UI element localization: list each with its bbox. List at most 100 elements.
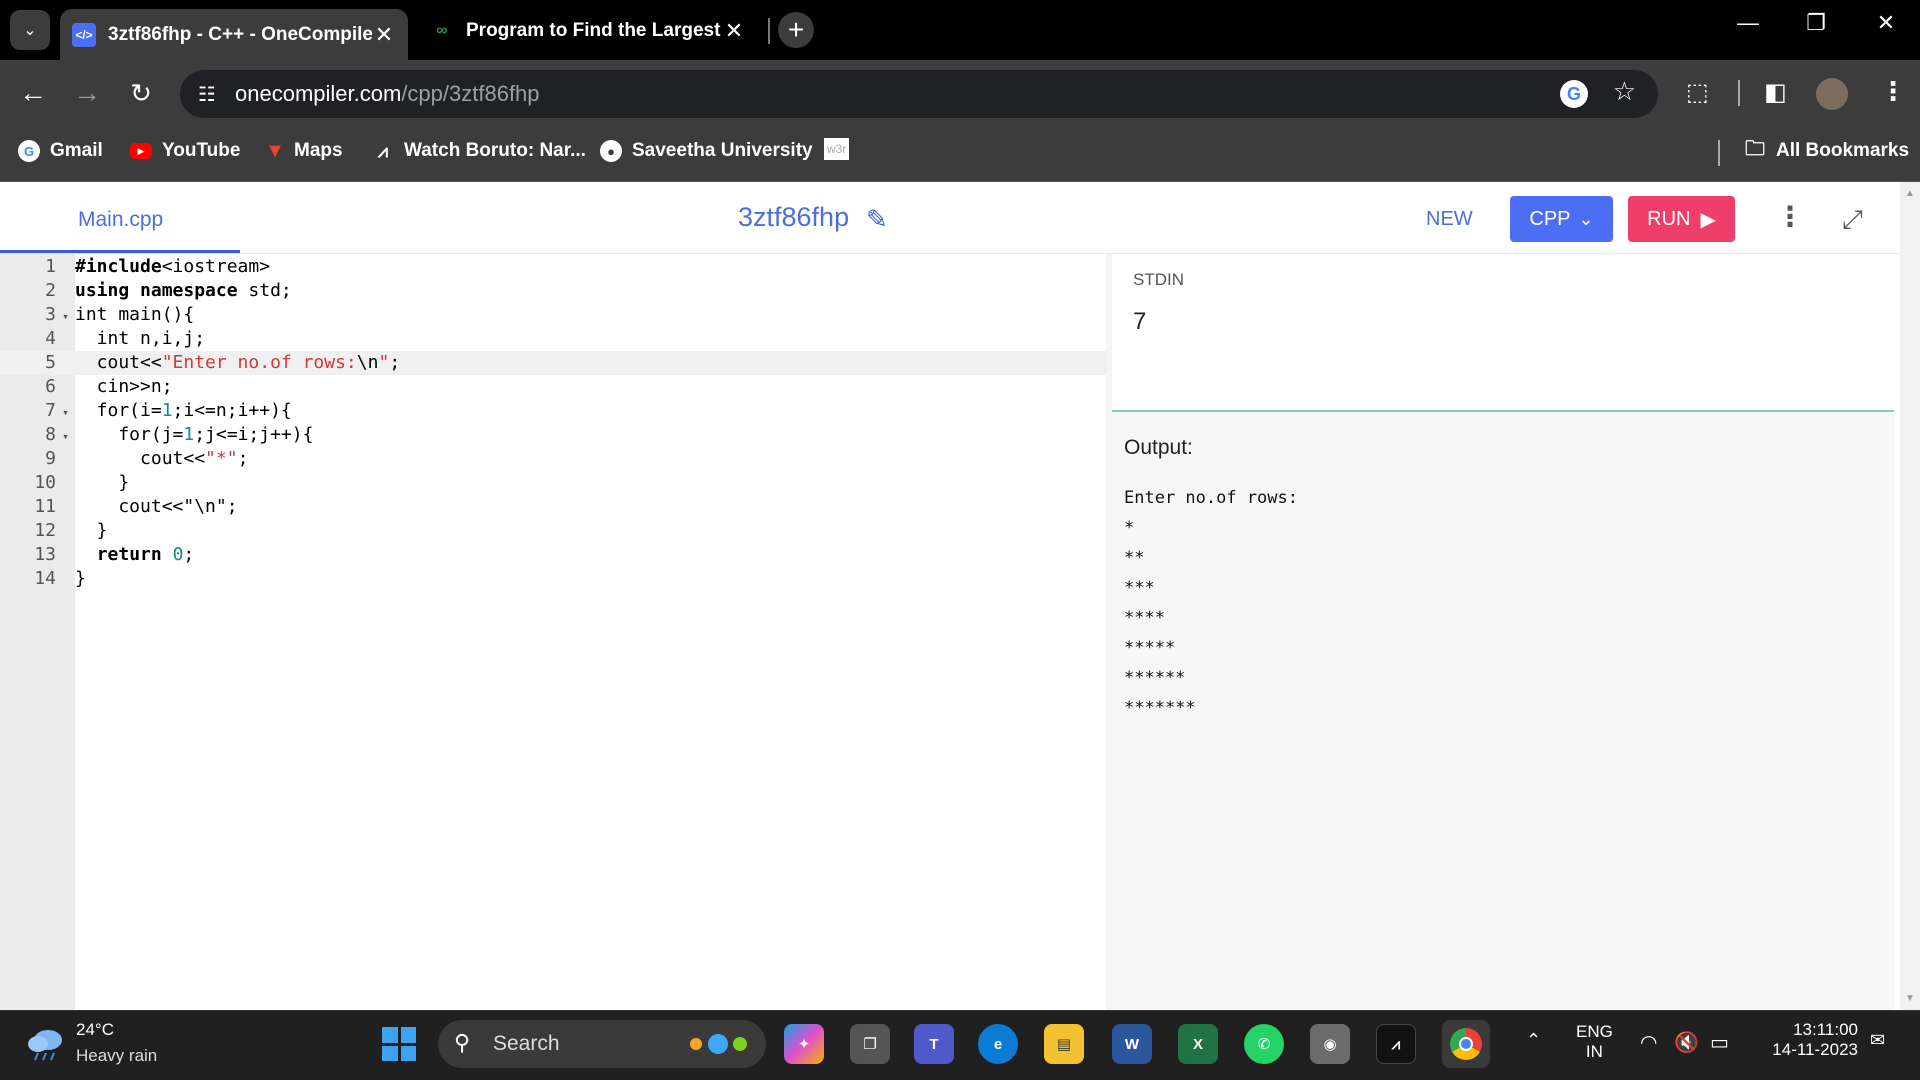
language-indicator[interactable]: ENG IN xyxy=(1576,1022,1613,1062)
rain-cloud-icon[interactable] xyxy=(26,1026,66,1062)
forward-icon[interactable]: → xyxy=(72,77,102,108)
folder-icon: 🗀 xyxy=(1745,138,1765,160)
output-line: *** xyxy=(1124,578,1155,598)
minimize-icon[interactable]: — xyxy=(1718,10,1778,36)
browser-menu-icon[interactable]: ⋮ xyxy=(1880,76,1906,107)
tab-separator xyxy=(768,18,770,44)
bookmark-youtube[interactable]: ▶ YouTube xyxy=(130,140,240,162)
camera-icon[interactable]: ◉ xyxy=(1310,1024,1350,1064)
bookmark-star-icon[interactable]: ☆ xyxy=(1613,76,1636,107)
google-icon[interactable]: G xyxy=(1560,80,1588,108)
browser-tab-active[interactable]: </> 3ztf86fhp - C++ - OneCompiler ✕ xyxy=(60,9,408,60)
avatar[interactable] xyxy=(1816,78,1848,110)
code-line[interactable]: 1 #include<iostream> xyxy=(0,255,1106,279)
bookmark-w3r[interactable]: w3r xyxy=(824,138,850,160)
code-editor[interactable]: 1 #include<iostream> 2 using namespace s… xyxy=(0,254,1106,1010)
bookmark-boruto[interactable]: ⩘ Watch Boruto: Nar... xyxy=(372,140,586,162)
address-bar[interactable]: ☷ onecompiler.com/cpp/3ztf86fhp G ☆ xyxy=(180,70,1658,118)
close-icon[interactable]: ✕ xyxy=(372,22,396,48)
bookmark-saveetha[interactable]: ● Saveetha University xyxy=(600,140,813,162)
stdin-input[interactable]: 7 xyxy=(1133,308,1146,336)
mute-icon[interactable]: 🔇 xyxy=(1674,1030,1699,1055)
page-scrollbar[interactable]: ▲ ▼ xyxy=(1900,182,1920,1010)
chevron-down-icon: ⌄ xyxy=(1578,208,1594,229)
output-line: ******* xyxy=(1124,698,1196,718)
chevron-down-icon: ⌄ xyxy=(23,22,37,39)
side-panel-icon[interactable]: ◧ xyxy=(1764,78,1787,107)
extensions-icon[interactable]: ⬚ xyxy=(1686,78,1709,107)
output-line: **** xyxy=(1124,608,1165,628)
new-button[interactable]: NEW xyxy=(1426,208,1473,231)
new-tab-button[interactable]: + xyxy=(778,12,814,48)
browser-tab[interactable]: ∞ Program to Find the Largest Number ✕ xyxy=(418,9,758,53)
collapse-icon[interactable]: ⤢ xyxy=(1842,204,1863,236)
file-explorer-icon[interactable]: ▤ xyxy=(1044,1024,1084,1064)
restore-icon[interactable]: ❐ xyxy=(1786,10,1846,36)
reload-icon[interactable]: ↻ xyxy=(126,78,156,108)
code-line[interactable]: 3 ▾ int main(){ xyxy=(0,303,1106,327)
whatsapp-icon[interactable]: ✆ xyxy=(1244,1024,1284,1064)
scroll-up-icon[interactable]: ▲ xyxy=(1905,188,1915,199)
code-line[interactable]: 4 int n,i,j; xyxy=(0,327,1106,351)
code-line[interactable]: 13 return 0; xyxy=(0,543,1106,567)
word-icon[interactable]: W xyxy=(1112,1024,1152,1064)
more-options-icon[interactable]: ⋮ xyxy=(1776,200,1804,233)
output-label: Output: xyxy=(1124,436,1193,459)
code-line[interactable]: 7 ▾ for(i=1;i<=n;i++){ xyxy=(0,399,1106,423)
code-line[interactable]: 9 cout<<"*"; xyxy=(0,447,1106,471)
anime-site-icon: ⩘ xyxy=(377,140,389,161)
windows-start-icon[interactable] xyxy=(382,1027,416,1061)
code-line[interactable]: 11 cout<<"\n"; xyxy=(0,495,1106,519)
tab-title: Program to Find the Largest Number xyxy=(466,20,722,41)
code-line[interactable]: 8 ▾ for(j=1;j<=i;j++){ xyxy=(0,423,1106,447)
excel-icon[interactable]: X xyxy=(1178,1024,1218,1064)
run-button[interactable]: RUN ▶ xyxy=(1628,196,1735,242)
taskbar-search[interactable]: ⚲ Search xyxy=(438,1020,766,1068)
bookmark-maps[interactable]: ▼ Maps xyxy=(264,139,342,162)
battery-icon[interactable]: ▭ xyxy=(1710,1030,1729,1055)
fold-arrow-icon: ▾ xyxy=(62,310,69,323)
code-line[interactable]: 12 } xyxy=(0,519,1106,543)
toolbar-separator xyxy=(1738,80,1740,106)
project-title: 3ztf86fhp xyxy=(738,202,850,232)
fold-arrow-icon: ▾ xyxy=(62,406,69,419)
scroll-down-icon[interactable]: ▼ xyxy=(1905,993,1915,1004)
url-text: onecompiler.com/cpp/3ztf86fhp xyxy=(235,81,540,106)
stdin-label: STDIN xyxy=(1133,270,1184,289)
output-line: ** xyxy=(1124,548,1145,568)
copilot-icon[interactable]: ✦ xyxy=(784,1024,824,1064)
edge-icon[interactable]: e xyxy=(978,1024,1018,1064)
close-icon[interactable]: ✕ xyxy=(722,18,746,44)
code-line[interactable]: 6 cin>>n; xyxy=(0,375,1106,399)
code-line[interactable]: 14 } xyxy=(0,567,1106,591)
all-bookmarks[interactable]: 🗀 All Bookmarks xyxy=(1744,138,1909,162)
edit-title-icon[interactable]: ✎ xyxy=(866,204,888,235)
tray-overflow-icon[interactable]: ⌃ xyxy=(1526,1030,1541,1051)
language-select-button[interactable]: CPP ⌄ xyxy=(1510,196,1613,242)
weather-temp: 24°C xyxy=(76,1020,114,1039)
fold-arrow-icon: ▾ xyxy=(62,430,69,443)
code-icon: </> xyxy=(72,22,96,47)
notifications-icon[interactable]: ✉ xyxy=(1870,1030,1885,1051)
map-pin-icon: ▼ xyxy=(265,139,285,162)
code-line[interactable]: 10 } xyxy=(0,471,1106,495)
search-icon: ⚲ xyxy=(454,1030,471,1055)
tab-search-button[interactable]: ⌄ xyxy=(10,10,50,50)
tab-title: 3ztf86fhp - C++ - OneCompiler xyxy=(108,23,372,45)
teams-icon[interactable]: T xyxy=(914,1024,954,1064)
site-info-icon[interactable]: ☷ xyxy=(198,82,216,107)
back-icon[interactable]: ← xyxy=(18,77,48,108)
task-view-icon[interactable]: ❐ xyxy=(850,1024,890,1064)
file-tab-main[interactable]: Main.cpp xyxy=(78,208,163,232)
globe-icon: ● xyxy=(600,140,622,162)
code-line[interactable]: 2 using namespace std; xyxy=(0,279,1106,303)
wifi-icon[interactable]: ◠ xyxy=(1640,1030,1657,1055)
close-window-icon[interactable]: ✕ xyxy=(1856,10,1916,36)
search-highlight-icon xyxy=(690,1034,747,1054)
bookmark-gmail[interactable]: G Gmail xyxy=(18,140,103,162)
code-line-active[interactable]: 5 cout<<"Enter no.of rows:\n"; xyxy=(0,351,1106,375)
clock[interactable]: 13:11:00 14-11-2023 xyxy=(1758,1020,1858,1060)
gfg-icon: ∞ xyxy=(436,22,448,39)
anime-app-icon[interactable]: ⩘ xyxy=(1376,1024,1416,1064)
chrome-icon[interactable] xyxy=(1442,1020,1490,1068)
